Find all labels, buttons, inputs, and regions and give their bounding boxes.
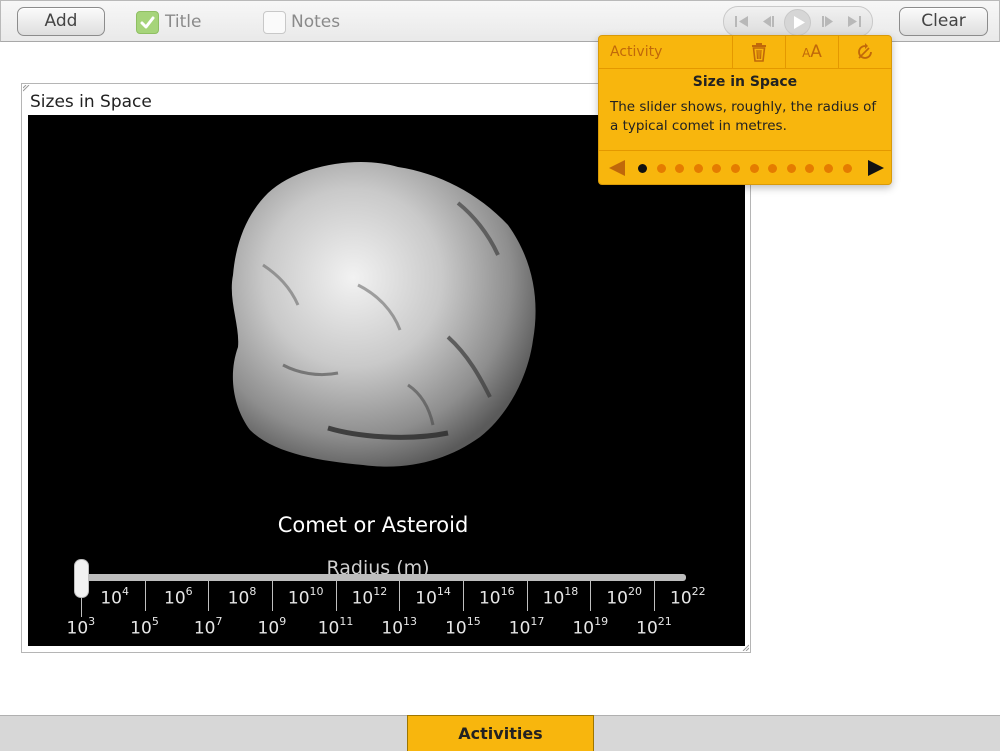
- previous-page-icon[interactable]: [607, 158, 627, 178]
- activity-pager: [599, 150, 891, 185]
- text-size-icon: AA: [802, 42, 822, 62]
- page-dot[interactable]: [638, 164, 647, 173]
- scale-tick-label: 1019: [572, 615, 609, 639]
- title-checkbox[interactable]: [136, 11, 159, 34]
- title-checkbox-label[interactable]: Title: [165, 11, 201, 33]
- activity-header-label: Activity: [610, 44, 663, 60]
- scale-tick-label: 1013: [381, 615, 418, 639]
- skip-to-start-icon[interactable]: [733, 13, 751, 30]
- scale-tick-label: 1017: [508, 615, 545, 639]
- scale-tick-line: [527, 581, 528, 611]
- play-button[interactable]: [784, 9, 811, 36]
- page-dot[interactable]: [675, 164, 685, 173]
- page-dot[interactable]: [768, 164, 778, 173]
- space-viewport: Comet or Asteroid Radius (m) 104 106 108 10…: [28, 115, 745, 646]
- radius-slider-track[interactable]: [81, 574, 686, 581]
- activity-popup-header: Activity AA: [599, 36, 891, 69]
- resize-corner-icon[interactable]: [23, 85, 30, 92]
- skip-to-end-icon[interactable]: [845, 13, 863, 30]
- scale-tick-label: 1010: [287, 585, 324, 609]
- scale-tick-label: 1018: [542, 585, 579, 609]
- widget-title: Sizes in Space: [30, 92, 152, 112]
- scale-tick-label: 1021: [636, 615, 672, 639]
- page-dot[interactable]: [786, 164, 796, 173]
- notes-checkbox[interactable]: [263, 11, 286, 34]
- scale-tick-label: 1011: [317, 615, 354, 639]
- scale-tick-line: [654, 581, 655, 611]
- scale-tick-label: 1022: [670, 585, 706, 609]
- step-back-icon[interactable]: [759, 13, 777, 30]
- activity-popup: Activity AA Size in Space The slider sho…: [598, 35, 892, 185]
- scale-tick-label: 103: [66, 615, 96, 639]
- trash-icon: [752, 43, 766, 62]
- scale-tick-line: [463, 581, 464, 611]
- add-button[interactable]: Add: [17, 7, 105, 36]
- scale-tick-label: 1020: [606, 585, 642, 609]
- clear-button[interactable]: Clear: [899, 7, 988, 36]
- delete-activity-button[interactable]: [732, 36, 785, 68]
- page-dot[interactable]: [805, 164, 815, 173]
- scale-tick-label: 1015: [445, 615, 481, 639]
- scale-tick-label: 105: [130, 615, 159, 639]
- scale-tick-label: 107: [193, 615, 223, 639]
- page-dot[interactable]: [749, 164, 759, 173]
- scale-tick-label: 1016: [478, 585, 515, 609]
- notes-checkbox-label[interactable]: Notes: [291, 11, 340, 33]
- page-dot[interactable]: [656, 164, 666, 173]
- scale-tick-label: 104: [100, 585, 129, 609]
- object-name: Comet or Asteroid: [277, 513, 469, 537]
- page-dot[interactable]: [712, 164, 722, 173]
- page-dot[interactable]: [824, 164, 833, 173]
- playback-controls: [723, 6, 873, 37]
- page-dot[interactable]: [731, 164, 740, 173]
- page-dot[interactable]: [842, 164, 852, 173]
- rotate-icon: [858, 43, 872, 59]
- page-dot[interactable]: [693, 164, 703, 173]
- text-size-button[interactable]: AA: [785, 36, 838, 68]
- checkmark-icon: [140, 16, 155, 29]
- scale-tick-label: 109: [257, 615, 287, 639]
- rotate-button[interactable]: [838, 36, 891, 68]
- activity-description: The slider shows, roughly, the radius of…: [610, 99, 877, 134]
- scale-tick-label: 108: [227, 585, 257, 609]
- scale-tick-line: [590, 581, 591, 611]
- scale-tick-line: [145, 581, 146, 611]
- scale-tick-line: [272, 581, 273, 611]
- scale-tick-label: 1014: [415, 585, 451, 609]
- activity-title: Size in Space: [692, 74, 798, 90]
- step-forward-icon[interactable]: [819, 13, 837, 30]
- scale-tick-line: [399, 581, 400, 611]
- play-icon: [794, 16, 805, 29]
- radius-slider-handle[interactable]: [74, 559, 89, 598]
- next-page-icon[interactable]: [866, 158, 886, 178]
- scale-tick-line: [208, 581, 209, 611]
- scale-tick-label: 1012: [351, 585, 388, 609]
- activities-tab[interactable]: Activities: [407, 715, 594, 751]
- scale-tick-label: 106: [164, 585, 193, 609]
- scale-tick-line: [336, 581, 337, 611]
